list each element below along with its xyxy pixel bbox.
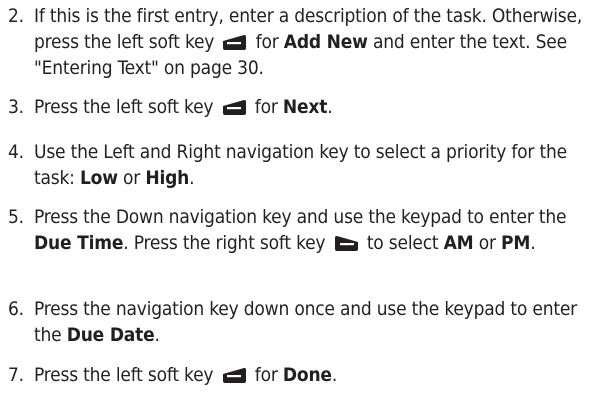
instruction-page: 2. If this is the first entry, enter a d… bbox=[0, 0, 600, 419]
step-number: 6. bbox=[8, 298, 24, 320]
step-text: Press the Down navigation key and use th… bbox=[34, 206, 567, 254]
step-5: 5. Press the Down navigation key and use… bbox=[8, 204, 592, 256]
step-2: 2. If this is the first entry, enter a d… bbox=[8, 3, 592, 81]
step-number: 4. bbox=[8, 141, 24, 163]
step-number: 7. bbox=[8, 364, 24, 386]
step-number: 3. bbox=[8, 96, 24, 118]
step-number: 5. bbox=[8, 206, 24, 228]
step-number: 2. bbox=[8, 5, 24, 27]
step-text: Press the navigation key down once and u… bbox=[34, 298, 577, 346]
step-text: Press the left soft key for Done. bbox=[34, 364, 338, 386]
step-text: Use the Left and Right navigation key to… bbox=[34, 141, 567, 189]
step-text: If this is the first entry, enter a desc… bbox=[34, 5, 583, 79]
step-7: 7. Press the left soft key for Done. bbox=[8, 362, 592, 388]
left-soft-key-icon bbox=[222, 34, 247, 51]
step-3: 3. Press the left soft key for Next. bbox=[8, 94, 592, 120]
left-soft-key-icon bbox=[222, 367, 247, 384]
left-soft-key-icon bbox=[222, 99, 247, 116]
step-4: 4. Use the Left and Right navigation key… bbox=[8, 139, 592, 191]
step-text: Press the left soft key for Next. bbox=[34, 96, 333, 118]
step-6: 6. Press the navigation key down once an… bbox=[8, 296, 592, 348]
right-soft-key-icon bbox=[334, 235, 359, 252]
